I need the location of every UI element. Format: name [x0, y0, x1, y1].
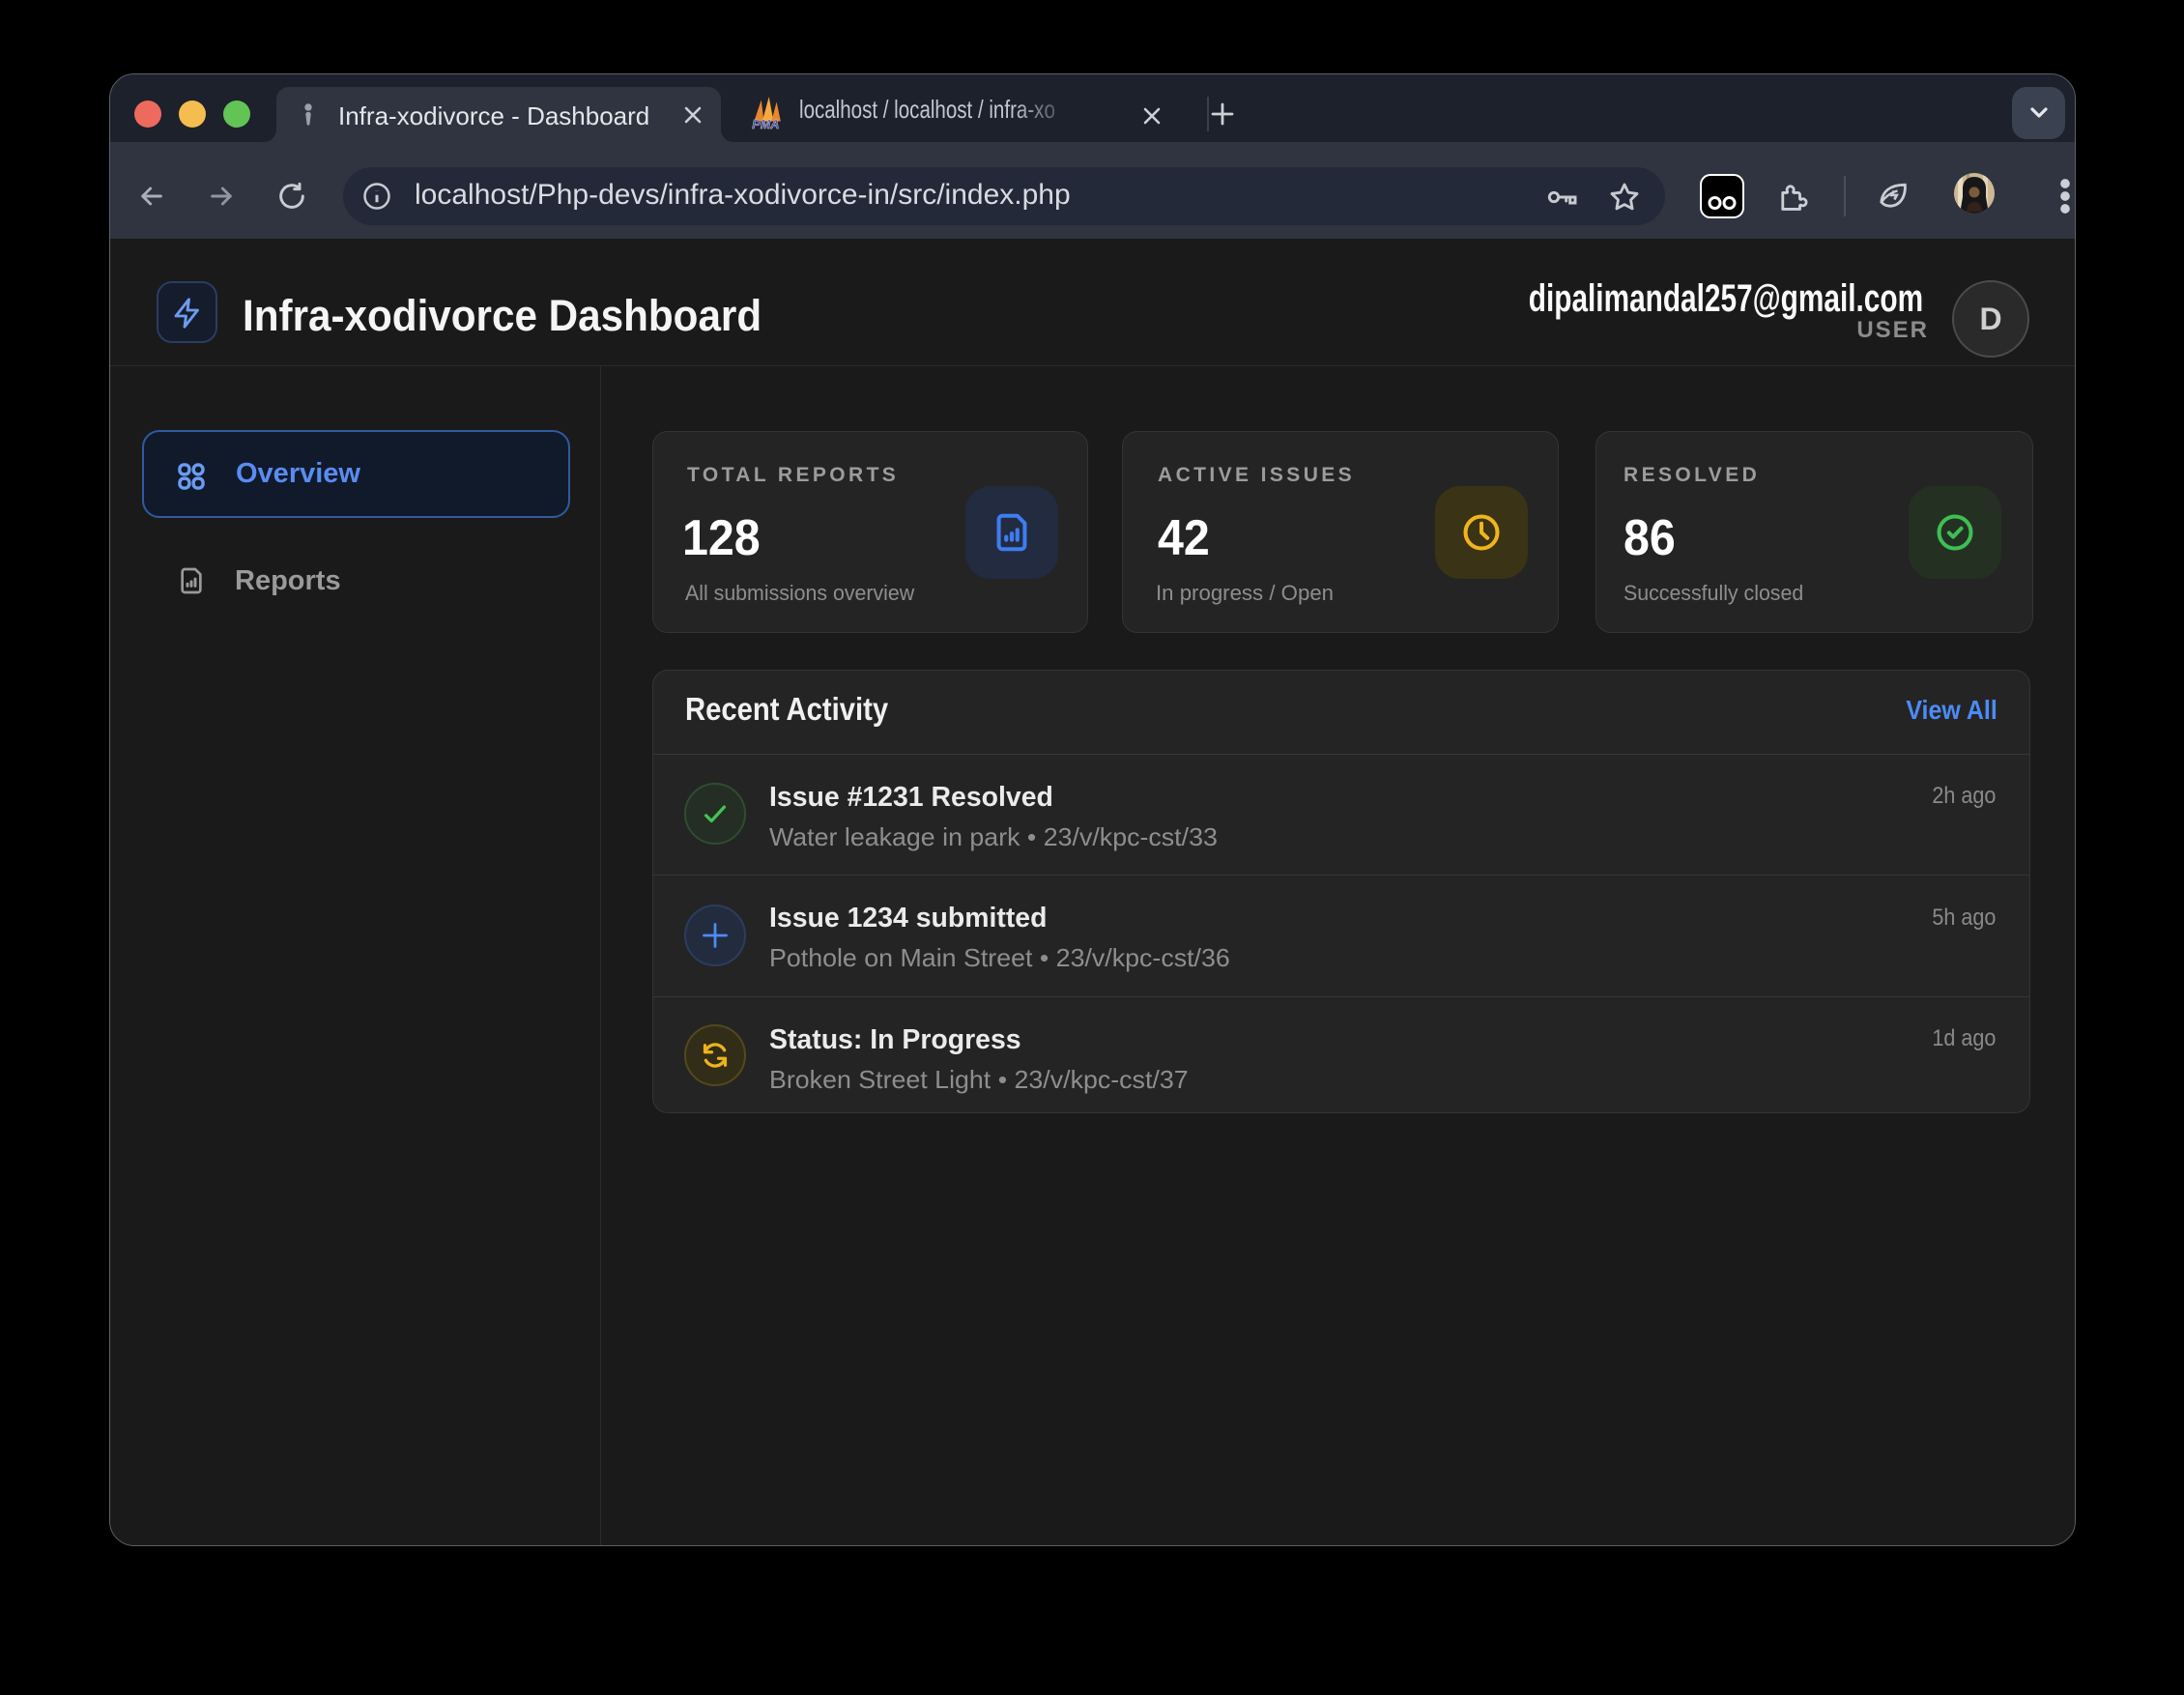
svg-text:PMA: PMA: [752, 118, 779, 130]
